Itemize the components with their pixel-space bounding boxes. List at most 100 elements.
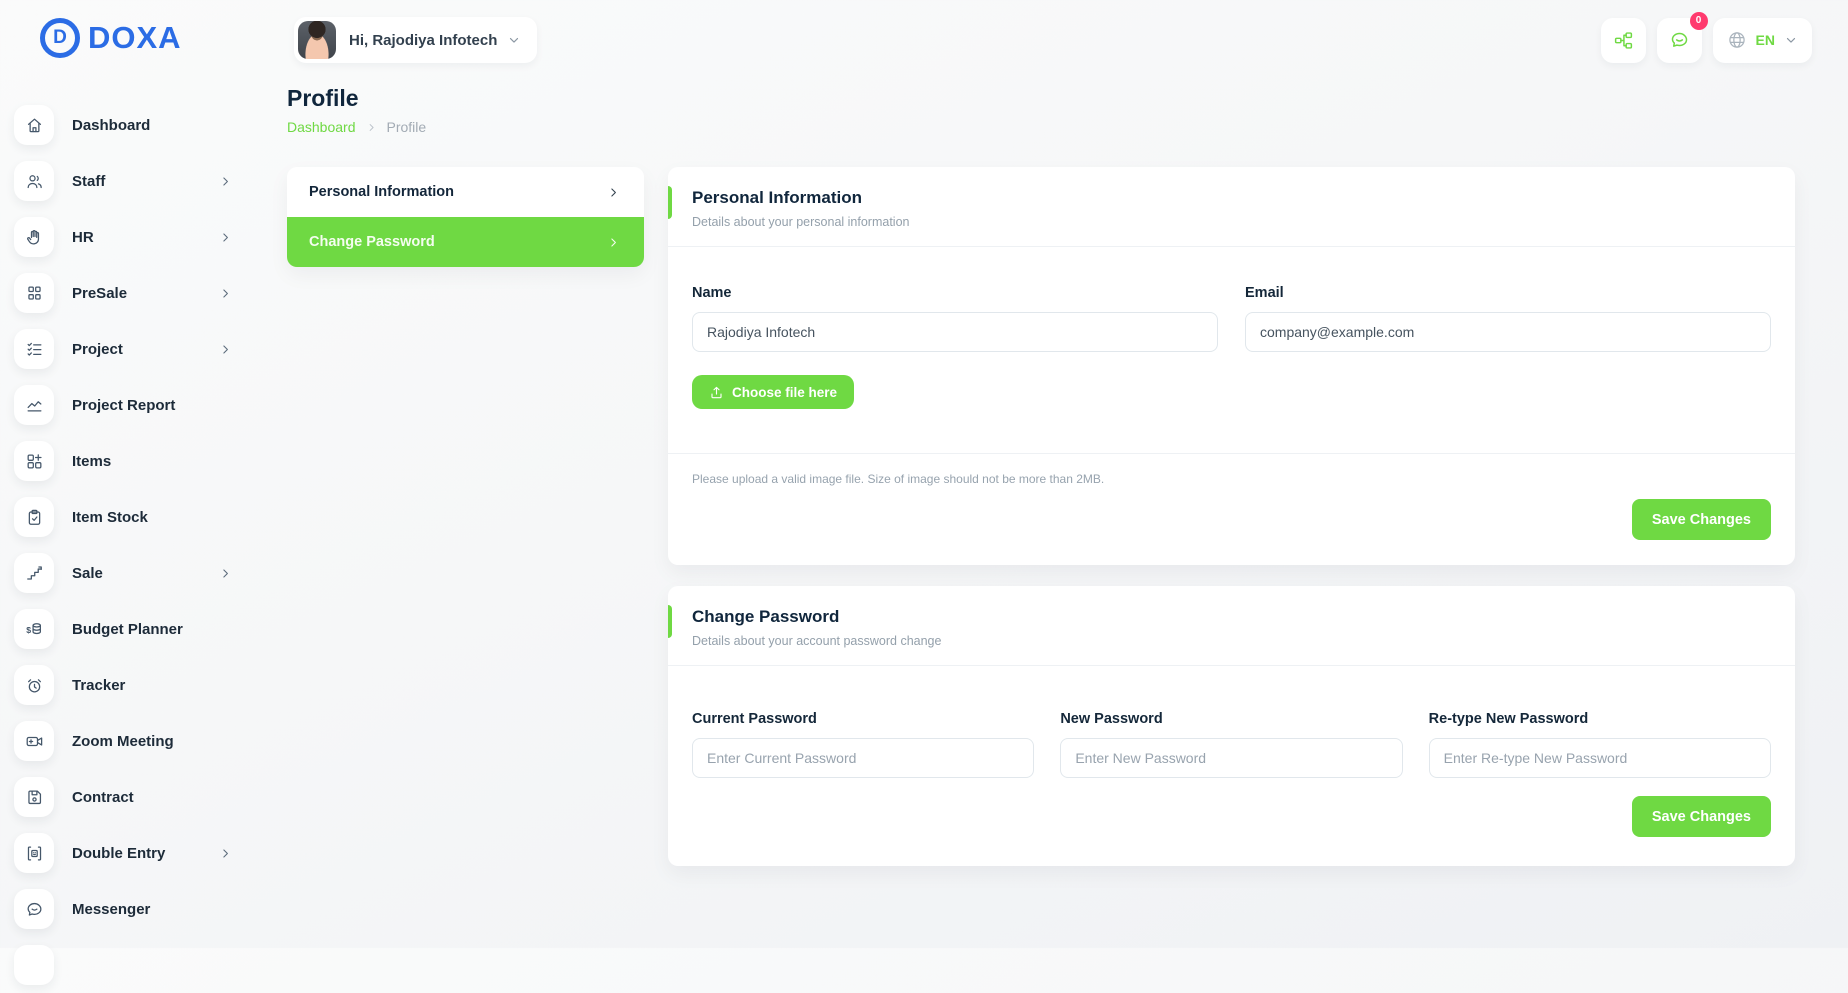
accent-bar (668, 605, 672, 638)
sidebar-item-label: Item Stock (72, 509, 148, 526)
tab-label: Personal Information (309, 184, 454, 200)
sidebar-item-project-report[interactable]: Project Report (0, 377, 270, 433)
name-label: Name (692, 285, 1218, 301)
tab-label: Change Password (309, 234, 435, 250)
chevron-right-icon (607, 236, 620, 249)
brand-monogram-icon: D (40, 18, 80, 58)
sidebar-item-project[interactable]: Project (0, 321, 270, 377)
sidebar-item-zoom-meeting[interactable]: Zoom Meeting (0, 713, 270, 769)
brand-monogram: D (53, 27, 67, 49)
sidebar-item-label: Tracker (72, 677, 125, 694)
sidebar-item-label: Staff (72, 173, 105, 190)
sidebar-item-budget-planner[interactable]: $ Budget Planner (0, 601, 270, 657)
hidden-item-tile (14, 945, 54, 985)
checklist-icon (14, 329, 54, 369)
chevron-right-icon (219, 231, 232, 244)
user-menu[interactable]: Hi, Rajodiya Infotech (294, 17, 537, 63)
chevron-right-icon (219, 847, 232, 860)
sidebar-item-label: PreSale (72, 285, 127, 302)
language-selector[interactable]: EN (1713, 18, 1812, 63)
tab-personal-information[interactable]: Personal Information (287, 167, 644, 217)
grid-plus-icon (14, 441, 54, 481)
chevron-down-icon (1784, 33, 1798, 47)
sidebar-item-label: Budget Planner (72, 621, 183, 638)
sidebar-nav: Dashboard Staff HR PreSale (0, 97, 270, 993)
change-password-card: Change Password Details about your accou… (668, 586, 1795, 866)
breadcrumb-current: Profile (387, 119, 427, 135)
accent-bar (668, 186, 672, 219)
sidebar-item-label: Project Report (72, 397, 175, 414)
sidebar-item-tracker[interactable]: Tracker (0, 657, 270, 713)
clipboard-check-icon (14, 497, 54, 537)
sidebar-item-label: Project (72, 341, 123, 358)
chart-icon (14, 385, 54, 425)
name-field-group: Name (692, 285, 1218, 352)
breadcrumb: Dashboard Profile (287, 119, 1795, 135)
choose-file-button[interactable]: Choose file here (692, 375, 854, 409)
card-body: Name Email Choose file here (668, 247, 1795, 453)
sidebar: D DOXA Dashboard Staff HR (0, 0, 270, 948)
brand-wordmark: DOXA (88, 20, 182, 56)
sidebar-item-label: Dashboard (72, 117, 150, 134)
sidebar-item-label: Contract (72, 789, 134, 806)
email-field-group: Email (1245, 285, 1771, 352)
sidebar-item-staff[interactable]: Staff (0, 153, 270, 209)
sidebar-item-hr[interactable]: HR (0, 209, 270, 265)
retype-password-input[interactable] (1429, 738, 1771, 778)
choose-file-label: Choose file here (732, 385, 837, 400)
profile-tabs: Personal Information Change Password (287, 167, 644, 267)
video-camera-icon (14, 721, 54, 761)
messages-button[interactable]: 0 (1657, 18, 1702, 63)
ledger-icon (14, 833, 54, 873)
stairs-trend-icon (14, 553, 54, 593)
sidebar-item-dashboard[interactable]: Dashboard (0, 97, 270, 153)
breadcrumb-dashboard-link[interactable]: Dashboard (287, 119, 356, 135)
email-input[interactable] (1245, 312, 1771, 352)
new-password-group: New Password (1060, 711, 1402, 778)
sitemap-icon (1613, 30, 1634, 51)
sidebar-item-label: Double Entry (72, 845, 165, 862)
chevron-right-icon (219, 175, 232, 188)
sidebar-item-items[interactable]: Items (0, 433, 270, 489)
card-title: Personal Information (692, 188, 1771, 208)
sidebar-item-double-entry[interactable]: Double Entry (0, 825, 270, 881)
alarm-clock-icon (14, 665, 54, 705)
plan-tree-button[interactable] (1601, 18, 1646, 63)
sidebar-item-messenger[interactable]: Messenger (0, 881, 270, 937)
user-greeting: Hi, Rajodiya Infotech (349, 32, 497, 49)
sidebar-item-label: HR (72, 229, 94, 246)
new-password-input[interactable] (1060, 738, 1402, 778)
sidebar-item-label: Messenger (72, 901, 150, 918)
upload-icon (709, 385, 724, 400)
users-icon (14, 161, 54, 201)
card-header: Change Password Details about your accou… (668, 586, 1795, 665)
language-code: EN (1756, 32, 1775, 48)
message-count-badge: 0 (1690, 12, 1708, 30)
card-title: Change Password (692, 607, 1771, 627)
save-file-icon (14, 777, 54, 817)
home-icon (14, 105, 54, 145)
new-password-label: New Password (1060, 711, 1402, 727)
brand-logo[interactable]: D DOXA (0, 14, 270, 62)
chat-bubble-icon (14, 889, 54, 929)
sidebar-item-presale[interactable]: PreSale (0, 265, 270, 321)
app-root: D DOXA Dashboard Staff HR (0, 0, 1848, 948)
globe-icon (1727, 30, 1747, 50)
save-password-button[interactable]: Save Changes (1632, 796, 1771, 837)
sidebar-item-contract[interactable]: Contract (0, 769, 270, 825)
card-footer: Please upload a valid image file. Size o… (668, 454, 1795, 565)
avatar (298, 21, 336, 59)
grid-icon (14, 273, 54, 313)
current-password-input[interactable] (692, 738, 1034, 778)
name-input[interactable] (692, 312, 1218, 352)
sidebar-item-item-stock[interactable]: Item Stock (0, 489, 270, 545)
save-personal-info-button[interactable]: Save Changes (1632, 499, 1771, 540)
sidebar-item-partial (0, 937, 270, 993)
chevron-right-icon (366, 122, 377, 133)
tab-change-password[interactable]: Change Password (287, 217, 644, 267)
page-title: Profile (287, 85, 1795, 112)
current-password-group: Current Password (692, 711, 1034, 778)
sidebar-item-label: Sale (72, 565, 103, 582)
chevron-right-icon (219, 287, 232, 300)
sidebar-item-sale[interactable]: Sale (0, 545, 270, 601)
